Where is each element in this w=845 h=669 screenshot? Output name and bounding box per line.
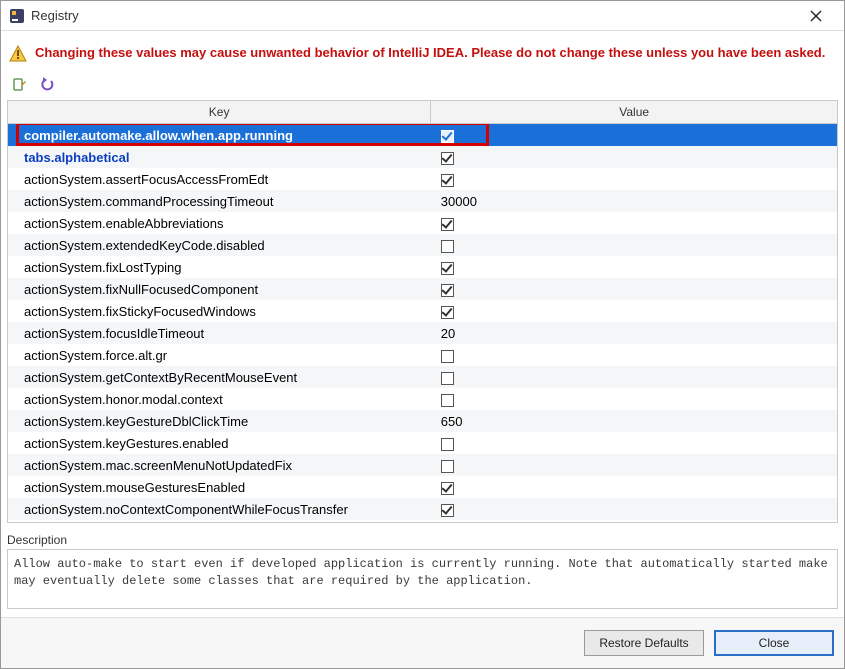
window-title: Registry: [31, 8, 796, 23]
warning-row: Changing these values may cause unwanted…: [7, 41, 838, 74]
registry-value-cell[interactable]: [431, 344, 837, 366]
table-row[interactable]: actionSystem.mouseGesturesEnabled: [8, 476, 837, 498]
registry-value-cell[interactable]: [431, 432, 837, 454]
registry-value-cell[interactable]: [431, 476, 837, 498]
registry-key-cell: actionSystem.keyGestures.enabled: [8, 432, 431, 454]
table-row[interactable]: actionSystem.focusIdleTimeout20: [8, 322, 837, 344]
checkbox[interactable]: [441, 438, 454, 451]
table-row[interactable]: actionSystem.keyGestureDblClickTime650: [8, 410, 837, 432]
dialog-footer: Restore Defaults Close: [1, 617, 844, 668]
table-row[interactable]: actionSystem.force.alt.gr: [8, 344, 837, 366]
registry-key-cell: actionSystem.mac.screenMenuNotUpdatedFix: [8, 454, 431, 476]
registry-key-cell: actionSystem.fixLostTyping: [8, 256, 431, 278]
checkbox[interactable]: [441, 218, 454, 231]
registry-value-cell[interactable]: 20: [431, 322, 837, 344]
undo-icon: [39, 77, 55, 93]
registry-key-cell: actionSystem.mouseGesturesEnabled: [8, 476, 431, 498]
checkbox[interactable]: [441, 460, 454, 473]
column-header-key[interactable]: Key: [8, 101, 431, 124]
checkbox[interactable]: [441, 350, 454, 363]
column-header-value[interactable]: Value: [431, 101, 837, 124]
warning-text: Changing these values may cause unwanted…: [35, 45, 825, 62]
table-row[interactable]: actionSystem.getContextByRecentMouseEven…: [8, 366, 837, 388]
checkbox[interactable]: [441, 262, 454, 275]
table-row[interactable]: actionSystem.honor.modal.context: [8, 388, 837, 410]
registry-value-cell[interactable]: [431, 300, 837, 322]
titlebar: Registry: [1, 1, 844, 31]
description-box: Allow auto-make to start even if develop…: [7, 549, 838, 609]
table-row[interactable]: actionSystem.mac.screenMenuNotUpdatedFix: [8, 454, 837, 476]
registry-key-cell: actionSystem.extendedKeyCode.disabled: [8, 234, 431, 256]
registry-value-cell[interactable]: [431, 234, 837, 256]
window-close-button[interactable]: [796, 2, 836, 30]
checkbox[interactable]: [441, 240, 454, 253]
edit-button[interactable]: [9, 76, 29, 94]
table-row[interactable]: actionSystem.fixNullFocusedComponent: [8, 278, 837, 300]
checkbox[interactable]: [441, 394, 454, 407]
registry-value-cell[interactable]: [431, 124, 837, 146]
registry-value-cell[interactable]: [431, 454, 837, 476]
button-label: Restore Defaults: [599, 636, 688, 650]
checkbox[interactable]: [441, 482, 454, 495]
registry-key-cell: actionSystem.fixStickyFocusedWindows: [8, 300, 431, 322]
close-button[interactable]: Close: [714, 630, 834, 656]
registry-key-cell: actionSystem.honor.modal.context: [8, 388, 431, 410]
checkbox[interactable]: [441, 504, 454, 517]
registry-value-cell[interactable]: [431, 366, 837, 388]
checkbox[interactable]: [441, 174, 454, 187]
registry-key-cell: actionSystem.force.alt.gr: [8, 344, 431, 366]
checkbox[interactable]: [441, 372, 454, 385]
edit-icon: [11, 77, 27, 93]
registry-value-cell[interactable]: [431, 256, 837, 278]
checkbox[interactable]: [441, 284, 454, 297]
content-area: Changing these values may cause unwanted…: [1, 31, 844, 617]
app-icon: [9, 8, 25, 24]
registry-value-cell[interactable]: [431, 212, 837, 234]
restore-defaults-button[interactable]: Restore Defaults: [584, 630, 704, 656]
registry-value-cell[interactable]: [431, 498, 837, 520]
registry-key-cell: actionSystem.commandProcessingTimeout: [8, 190, 431, 212]
close-icon: [810, 10, 822, 22]
registry-key-cell: actionSystem.assertFocusAccessFromEdt: [8, 168, 431, 190]
checkbox[interactable]: [441, 130, 454, 143]
registry-key-cell: actionSystem.fixNullFocusedComponent: [8, 278, 431, 300]
revert-button[interactable]: [37, 76, 57, 94]
registry-key-cell: actionSystem.getContextByRecentMouseEven…: [8, 366, 431, 388]
registry-value-cell[interactable]: [431, 146, 837, 168]
table-row[interactable]: actionSystem.noContextComponentWhileFocu…: [8, 498, 837, 520]
table-row[interactable]: actionSystem.extendedKeyCode.disabled: [8, 234, 837, 256]
table-row[interactable]: actionSystem.fixLostTyping: [8, 256, 837, 278]
table-row[interactable]: actionSystem.fixStickyFocusedWindows: [8, 300, 837, 322]
table-row[interactable]: actionSystem.enableAbbreviations: [8, 212, 837, 234]
registry-key-cell: actionSystem.focusIdleTimeout: [8, 322, 431, 344]
table-row[interactable]: tabs.alphabetical: [8, 146, 837, 168]
registry-value-cell[interactable]: 30000: [431, 190, 837, 212]
description-label: Description: [7, 533, 838, 547]
table-row[interactable]: compiler.automake.allow.when.app.running: [8, 124, 837, 146]
checkbox[interactable]: [441, 306, 454, 319]
registry-key-cell: actionSystem.keyGestureDblClickTime: [8, 410, 431, 432]
registry-value-cell[interactable]: [431, 278, 837, 300]
warning-icon: [9, 45, 27, 66]
registry-value-cell[interactable]: [431, 168, 837, 190]
registry-key-cell: compiler.automake.allow.when.app.running: [8, 124, 431, 146]
registry-value-cell[interactable]: 650: [431, 410, 837, 432]
table-row[interactable]: actionSystem.assertFocusAccessFromEdt: [8, 168, 837, 190]
table-row[interactable]: actionSystem.keyGestures.enabled: [8, 432, 837, 454]
registry-table: Key Value compiler.automake.allow.when.a…: [7, 100, 838, 523]
table-row[interactable]: actionSystem.commandProcessingTimeout300…: [8, 190, 837, 212]
registry-key-cell: tabs.alphabetical: [8, 146, 431, 168]
registry-key-cell: actionSystem.noContextComponentWhileFocu…: [8, 498, 431, 520]
checkbox[interactable]: [441, 152, 454, 165]
button-label: Close: [759, 636, 790, 650]
registry-value-cell[interactable]: [431, 388, 837, 410]
registry-key-cell: actionSystem.enableAbbreviations: [8, 212, 431, 234]
toolbar: [7, 74, 838, 100]
